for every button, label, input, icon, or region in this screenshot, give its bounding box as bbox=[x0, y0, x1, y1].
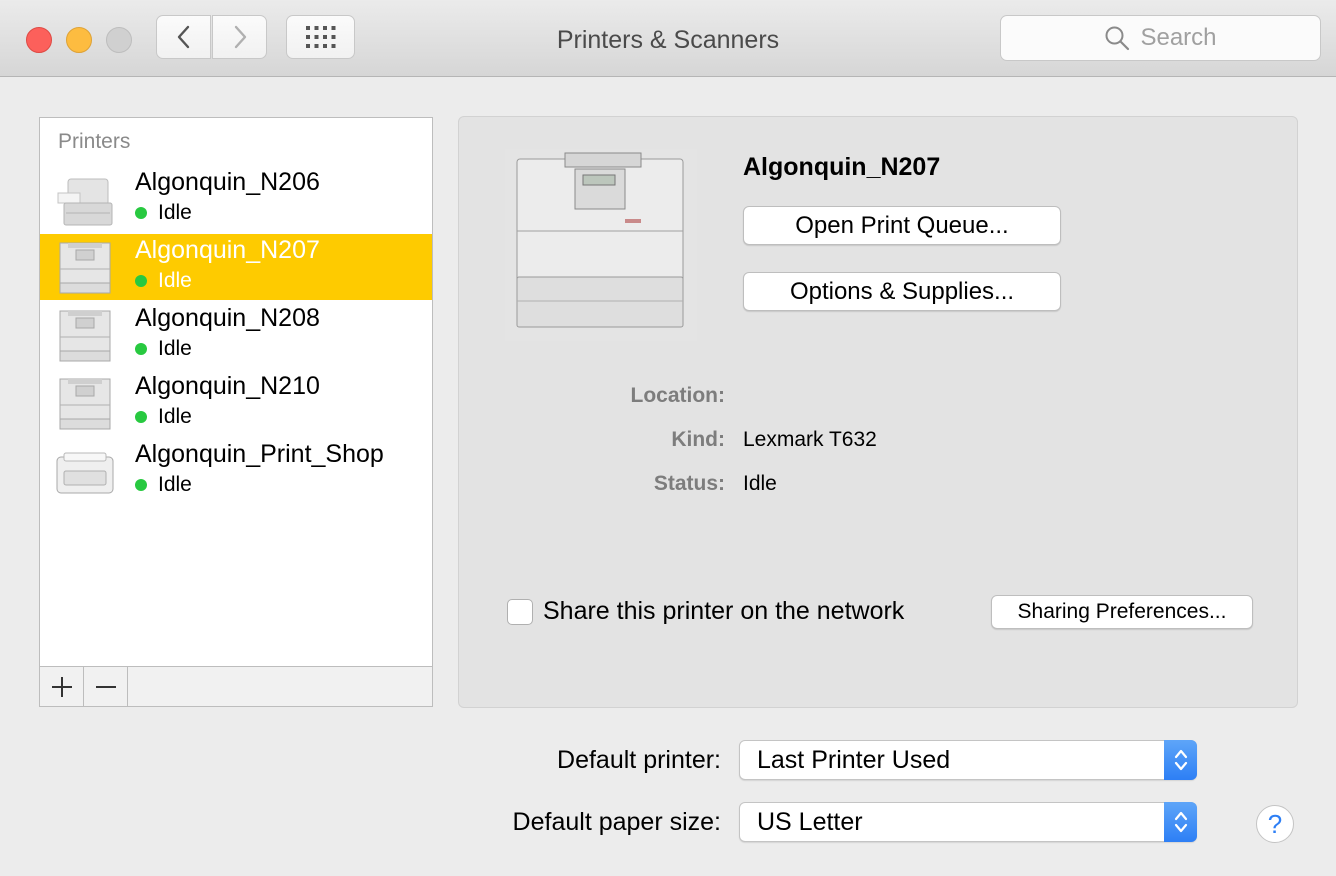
select-arrows-icon bbox=[1164, 802, 1197, 842]
printer-desktop-icon bbox=[56, 452, 114, 494]
printer-list-toolbar bbox=[39, 667, 433, 707]
printer-name: Algonquin_N206 bbox=[135, 168, 320, 196]
title-bar: Printers & Scanners Search bbox=[0, 0, 1336, 77]
printer-icon bbox=[59, 378, 111, 430]
printer-name: Algonquin_N208 bbox=[135, 304, 320, 332]
printer-detail-panel: Algonquin_N207 Open Print Queue... Optio… bbox=[458, 116, 1298, 708]
printer-status-text: Idle bbox=[158, 337, 192, 360]
add-printer-button[interactable] bbox=[40, 667, 84, 706]
printer-name: Algonquin_N207 bbox=[135, 236, 320, 264]
printer-icon bbox=[59, 310, 111, 362]
kind-label: Kind: bbox=[671, 428, 725, 451]
printer-large-icon bbox=[57, 178, 113, 226]
printer-name: Algonquin_N210 bbox=[135, 372, 320, 400]
printer-status: Idle bbox=[135, 473, 192, 497]
kind-value: Lexmark T632 bbox=[743, 428, 877, 451]
help-button[interactable]: ? bbox=[1256, 805, 1294, 843]
options-supplies-button[interactable]: Options & Supplies... bbox=[743, 272, 1061, 311]
select-arrows-icon bbox=[1164, 740, 1197, 780]
default-printer-label: Default printer: bbox=[557, 746, 721, 774]
printer-icon bbox=[59, 242, 111, 294]
default-paper-size-value: US Letter bbox=[757, 808, 863, 836]
printer-status: Idle bbox=[135, 269, 192, 293]
open-print-queue-button[interactable]: Open Print Queue... bbox=[743, 206, 1061, 245]
printer-list-item[interactable]: Algonquin_Print_Shop Idle bbox=[40, 438, 432, 504]
printer-list: Printers Algonquin_N206 Idle Algonquin_N… bbox=[39, 117, 433, 667]
printer-list-item[interactable]: Algonquin_N208 Idle bbox=[40, 302, 432, 368]
remove-printer-button[interactable] bbox=[84, 667, 128, 706]
search-field[interactable]: Search bbox=[1000, 15, 1321, 61]
printer-photo bbox=[505, 149, 697, 341]
printer-status-text: Idle bbox=[158, 405, 192, 428]
status-idle-icon bbox=[135, 275, 147, 287]
status-idle-icon bbox=[135, 207, 147, 219]
printer-status-text: Idle bbox=[158, 269, 192, 292]
default-printer-value: Last Printer Used bbox=[757, 746, 951, 774]
default-printer-select[interactable]: Last Printer Used bbox=[739, 740, 1197, 780]
printer-list-item[interactable]: Algonquin_N206 Idle bbox=[40, 166, 432, 232]
share-printer-checkbox[interactable] bbox=[507, 598, 533, 625]
search-icon bbox=[1105, 26, 1130, 51]
share-printer-option: Share this printer on the network bbox=[507, 597, 904, 626]
printer-name: Algonquin_Print_Shop bbox=[135, 440, 384, 468]
selected-printer-name: Algonquin_N207 bbox=[743, 153, 941, 181]
printer-list-header: Printers bbox=[58, 130, 131, 153]
status-label: Status: bbox=[653, 472, 725, 495]
printer-status: Idle bbox=[135, 201, 192, 225]
printer-status: Idle bbox=[135, 405, 192, 429]
location-label: Location: bbox=[630, 384, 726, 407]
printer-list-item-selected[interactable]: Algonquin_N207 Idle bbox=[40, 234, 432, 300]
printer-status-text: Idle bbox=[158, 473, 192, 496]
share-printer-label[interactable]: Share this printer on the network bbox=[543, 597, 904, 626]
status-idle-icon bbox=[135, 411, 147, 423]
minus-icon bbox=[95, 685, 116, 688]
default-paper-size-select[interactable]: US Letter bbox=[739, 802, 1197, 842]
status-idle-icon bbox=[135, 343, 147, 355]
default-paper-size-label: Default paper size: bbox=[512, 808, 721, 836]
printer-list-item[interactable]: Algonquin_N210 Idle bbox=[40, 370, 432, 436]
status-idle-icon bbox=[135, 479, 147, 491]
status-value: Idle bbox=[743, 472, 777, 495]
sharing-preferences-button[interactable]: Sharing Preferences... bbox=[991, 595, 1253, 629]
plus-icon bbox=[51, 676, 72, 697]
printer-status: Idle bbox=[135, 337, 192, 361]
search-placeholder: Search bbox=[1140, 24, 1217, 51]
printer-status-text: Idle bbox=[158, 201, 192, 224]
